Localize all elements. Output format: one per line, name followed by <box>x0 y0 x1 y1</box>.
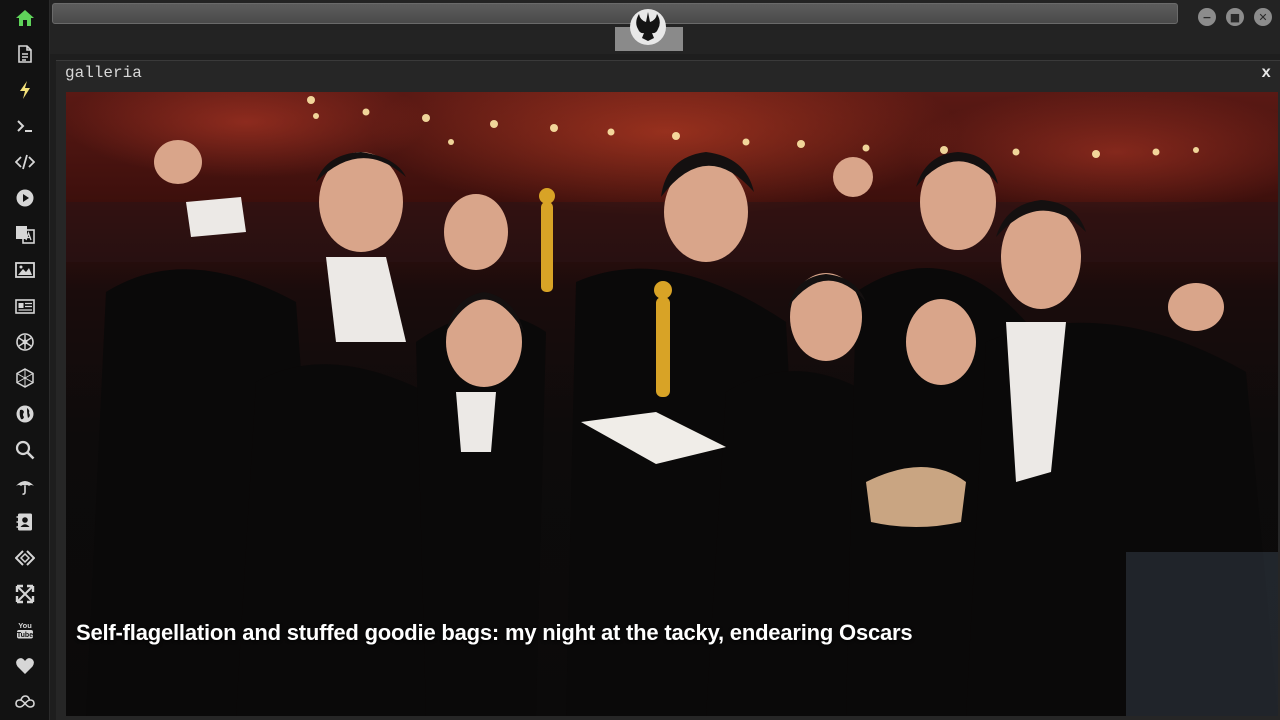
svg-text:Tube: Tube <box>17 632 33 639</box>
rebel-alliance-icon <box>16 333 34 351</box>
heart-icon <box>16 658 34 674</box>
sidebar-item-infinity-cloud[interactable] <box>0 684 50 720</box>
contact-icon <box>16 513 32 531</box>
sidebar-item-terminal[interactable] <box>0 108 50 144</box>
sidebar-item-contact[interactable] <box>0 504 50 540</box>
sidebar-item-home[interactable] <box>0 0 50 36</box>
minimize-button[interactable]: − <box>1198 8 1216 26</box>
sidebar-item-heart[interactable] <box>0 648 50 684</box>
close-window-button[interactable]: ✕ <box>1254 8 1272 26</box>
sidebar-item-translate[interactable] <box>0 216 50 252</box>
address-bar[interactable] <box>52 3 1178 24</box>
terminal-icon <box>17 120 32 132</box>
sidebar-item-play[interactable] <box>0 180 50 216</box>
umbrella-icon <box>16 481 34 495</box>
newspaper-icon <box>15 299 35 314</box>
rebel-logo-icon <box>629 8 667 46</box>
top-bar: − ■ ✕ <box>50 0 1280 54</box>
sidebar-item-umbrella[interactable] <box>0 468 50 504</box>
sidebar-item-search[interactable] <box>0 432 50 468</box>
svg-text:You: You <box>18 621 32 630</box>
sidebar-item-youtube[interactable]: You Tube <box>0 612 50 648</box>
sidebar-item-lightning[interactable] <box>0 72 50 108</box>
sidebar-item-newspaper[interactable] <box>0 288 50 324</box>
lightning-icon <box>20 81 30 99</box>
panel-close-button[interactable]: x <box>1261 64 1271 82</box>
sidebar-item-image[interactable] <box>0 252 50 288</box>
home-icon <box>16 10 34 26</box>
sidebar-item-code[interactable] <box>0 144 50 180</box>
panel-title: galleria <box>65 64 142 82</box>
sidebar-item-code-diamond[interactable] <box>0 540 50 576</box>
translate-icon <box>16 226 35 244</box>
youtube-icon: You Tube <box>17 621 33 639</box>
maximize-button[interactable]: ■ <box>1226 8 1244 26</box>
globe-icon <box>16 405 34 423</box>
sidebar: You Tube <box>0 0 50 720</box>
search-icon <box>15 440 35 460</box>
infinity-cloud-icon <box>15 695 35 708</box>
photo-caption: Self-flagellation and stuffed goodie bag… <box>76 620 913 645</box>
sidebar-item-globe[interactable] <box>0 396 50 432</box>
hexagon-icon <box>16 368 34 388</box>
code-diamond-icon <box>15 550 35 566</box>
image-icon <box>15 262 35 278</box>
expand-icon <box>15 584 35 604</box>
play-icon <box>16 189 34 207</box>
sidebar-item-hexagon[interactable] <box>0 360 50 396</box>
document-icon <box>18 45 32 63</box>
sidebar-item-document[interactable] <box>0 36 50 72</box>
sidebar-item-expand[interactable] <box>0 576 50 612</box>
sidebar-item-rebel[interactable] <box>0 324 50 360</box>
code-icon <box>15 154 35 170</box>
